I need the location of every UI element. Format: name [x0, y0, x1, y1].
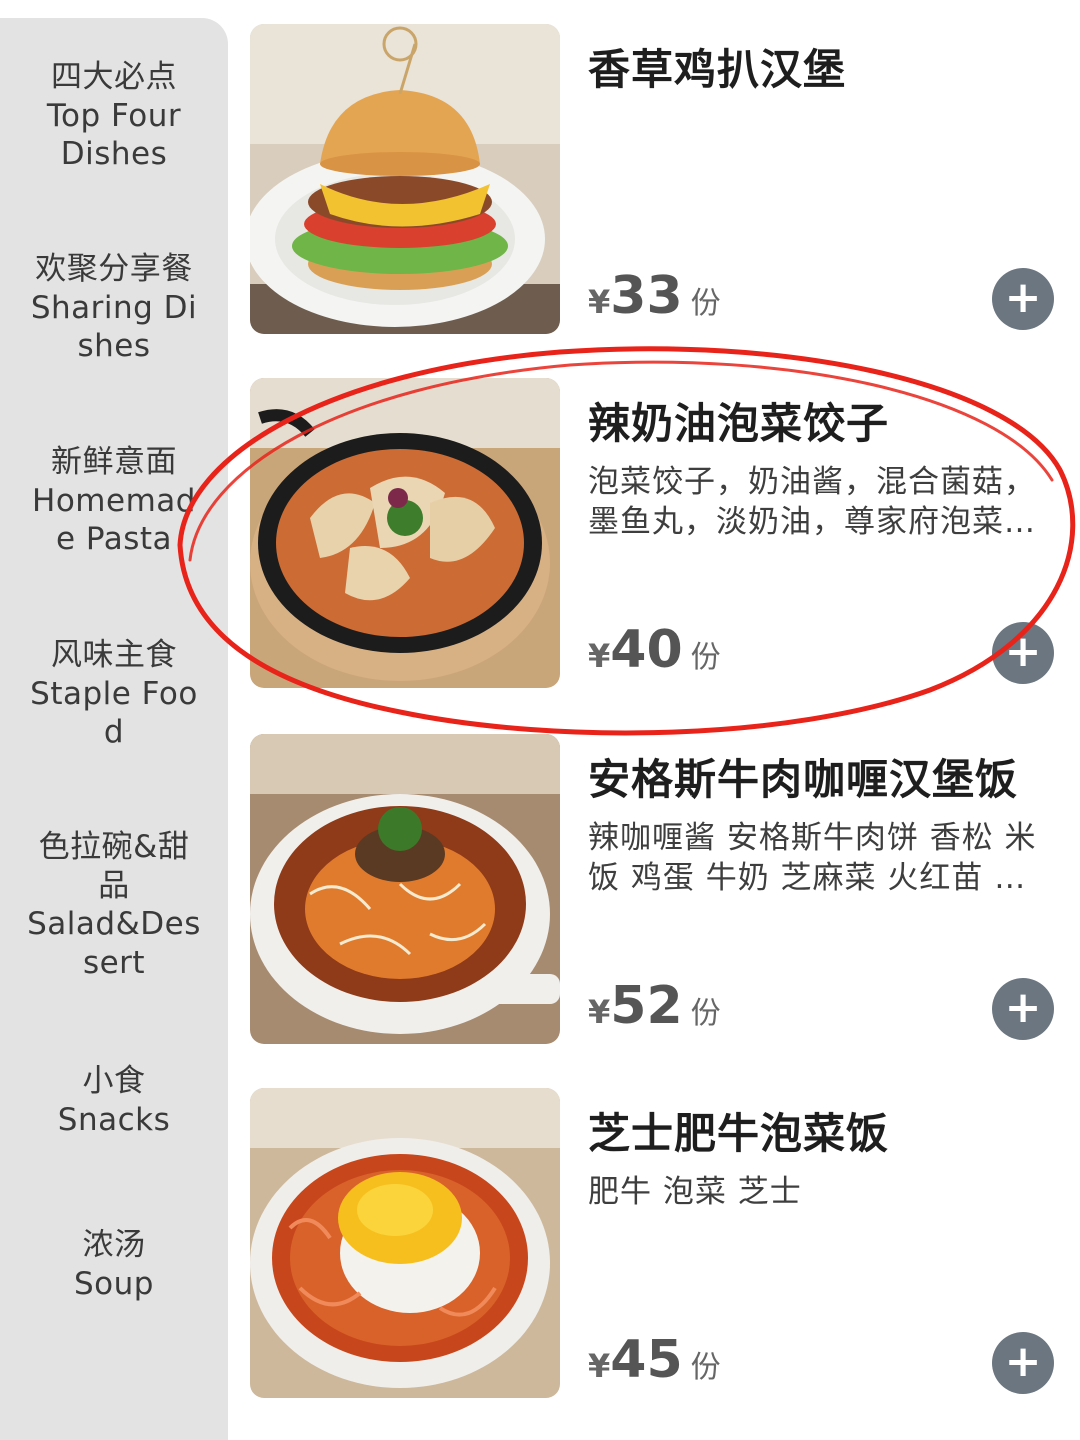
sidebar-item-label: 新鲜意面 — [51, 444, 177, 480]
product-name: 安格斯牛肉咖喱汉堡饭 — [588, 755, 1019, 804]
menu-screen: 四大必点 Top Four Dishes 欢聚分享餐 Sharing Di sh… — [0, 0, 1080, 1440]
sidebar-item-label: 小食 — [82, 1063, 146, 1099]
sidebar-item-top-four-dishes[interactable]: 四大必点 Top Four Dishes — [0, 58, 228, 174]
product-image-kimchi-rice[interactable] — [250, 1088, 560, 1398]
product-price: ¥45 份 — [588, 1330, 721, 1390]
description-line: 泡菜饺子，奶油酱，混合菌菇， — [588, 464, 1036, 500]
plus-icon: + — [1004, 1336, 1042, 1387]
sidebar-item-label-en: d — [103, 714, 125, 750]
product-card[interactable]: 辣奶油泡菜饺子 泡菜饺子，奶油酱，混合菌菇， 墨鱼丸，淡奶油，尊家府泡菜… ¥4… — [250, 378, 1070, 688]
sidebar-item-label-en: Dishes — [60, 136, 168, 172]
plus-icon: + — [1004, 626, 1042, 677]
category-sidebar: 四大必点 Top Four Dishes 欢聚分享餐 Sharing Di sh… — [0, 18, 228, 1440]
product-card[interactable]: 安格斯牛肉咖喱汉堡饭 辣咖喱酱 安格斯牛肉饼 香松 米 饭 鸡蛋 牛奶 芝麻菜 … — [250, 734, 1070, 1044]
product-price: ¥52 份 — [588, 976, 721, 1036]
sidebar-item-label-en: Top Four — [46, 97, 182, 134]
product-description: 肥牛 泡菜 芝士 — [588, 1172, 1058, 1212]
price-unit: 份 — [690, 996, 721, 1031]
sidebar-item-label: 欢聚分享餐 — [35, 251, 193, 287]
product-card[interactable]: 芝士肥牛泡菜饭 肥牛 泡菜 芝士 ¥45 份 + — [250, 1088, 1070, 1398]
sidebar-item-label-en: shes — [77, 328, 151, 364]
product-name: 芝士肥牛泡菜饭 — [588, 1109, 890, 1158]
sidebar-item-staple-food[interactable]: 风味主食 Staple Foo d — [0, 636, 228, 752]
sidebar-item-label: 风味主食 — [51, 637, 177, 673]
sidebar-item-label-en: sert — [82, 944, 146, 981]
price-value: 40 — [610, 620, 683, 680]
sidebar-item-homemade-pasta[interactable]: 新鲜意面 Homemad e Pasta — [0, 443, 228, 559]
sidebar-item-salad-dessert[interactable]: 色拉碗&甜 品 Salad&Des sert — [0, 828, 228, 982]
add-to-cart-button[interactable]: + — [992, 268, 1054, 330]
description-line: 辣咖喱酱 安格斯牛肉饼 香松 米 — [588, 820, 1037, 856]
price-value: 52 — [610, 976, 683, 1036]
sidebar-item-label: 浓汤 — [82, 1227, 146, 1263]
product-description: 辣咖喱酱 安格斯牛肉饼 香松 米 饭 鸡蛋 牛奶 芝麻菜 火红苗 … — [588, 818, 1058, 898]
price-value: 45 — [610, 1330, 683, 1390]
sidebar-item-snacks[interactable]: 小食 Snacks — [0, 1062, 228, 1139]
currency-symbol: ¥ — [588, 283, 611, 321]
sidebar-item-label-en: e Pasta — [55, 521, 173, 557]
plus-icon: + — [1004, 982, 1042, 1033]
sidebar-item-sharing-dishes[interactable]: 欢聚分享餐 Sharing Di shes — [0, 250, 228, 366]
price-value: 33 — [610, 266, 683, 326]
currency-symbol: ¥ — [588, 993, 611, 1031]
product-name: 辣奶油泡菜饺子 — [588, 399, 890, 448]
product-description: 泡菜饺子，奶油酱，混合菌菇， 墨鱼丸，淡奶油，尊家府泡菜… — [588, 462, 1058, 542]
product-image-burger[interactable] — [250, 24, 560, 334]
sidebar-item-label: 品 — [98, 867, 130, 904]
add-to-cart-button[interactable]: + — [992, 978, 1054, 1040]
sidebar-item-label-en: Staple Foo — [30, 675, 198, 712]
currency-symbol: ¥ — [588, 637, 611, 675]
plus-icon: + — [1004, 272, 1042, 323]
description-line: 墨鱼丸，淡奶油，尊家府泡菜… — [588, 504, 1036, 540]
sidebar-item-label: 色拉碗&甜 — [38, 829, 190, 865]
sidebar-item-soup[interactable]: 浓汤 Soup — [0, 1226, 228, 1303]
description-line: 肥牛 泡菜 芝士 — [588, 1174, 802, 1210]
price-unit: 份 — [690, 286, 721, 321]
sidebar-item-label-en: Sharing Di — [30, 289, 198, 326]
sidebar-item-label: 四大必点 — [51, 59, 177, 95]
product-price: ¥33 份 — [588, 266, 721, 326]
product-card[interactable]: 香草鸡扒汉堡 ¥33 份 + — [250, 24, 1070, 334]
currency-symbol: ¥ — [588, 1347, 611, 1385]
sidebar-item-label-en: Homemad — [32, 482, 196, 519]
price-unit: 份 — [690, 1350, 721, 1385]
price-unit: 份 — [690, 640, 721, 675]
product-name: 香草鸡扒汉堡 — [588, 45, 847, 94]
add-to-cart-button[interactable]: + — [992, 622, 1054, 684]
product-image-dumplings[interactable] — [250, 378, 560, 688]
sidebar-item-label-en: Soup — [74, 1265, 154, 1302]
sidebar-item-label-en: Snacks — [57, 1101, 171, 1138]
product-image-curry-rice[interactable] — [250, 734, 560, 1044]
add-to-cart-button[interactable]: + — [992, 1332, 1054, 1394]
product-price: ¥40 份 — [588, 620, 721, 680]
description-line: 饭 鸡蛋 牛奶 芝麻菜 火红苗 … — [588, 860, 1027, 896]
sidebar-item-label-en: Salad&Des — [27, 906, 201, 942]
